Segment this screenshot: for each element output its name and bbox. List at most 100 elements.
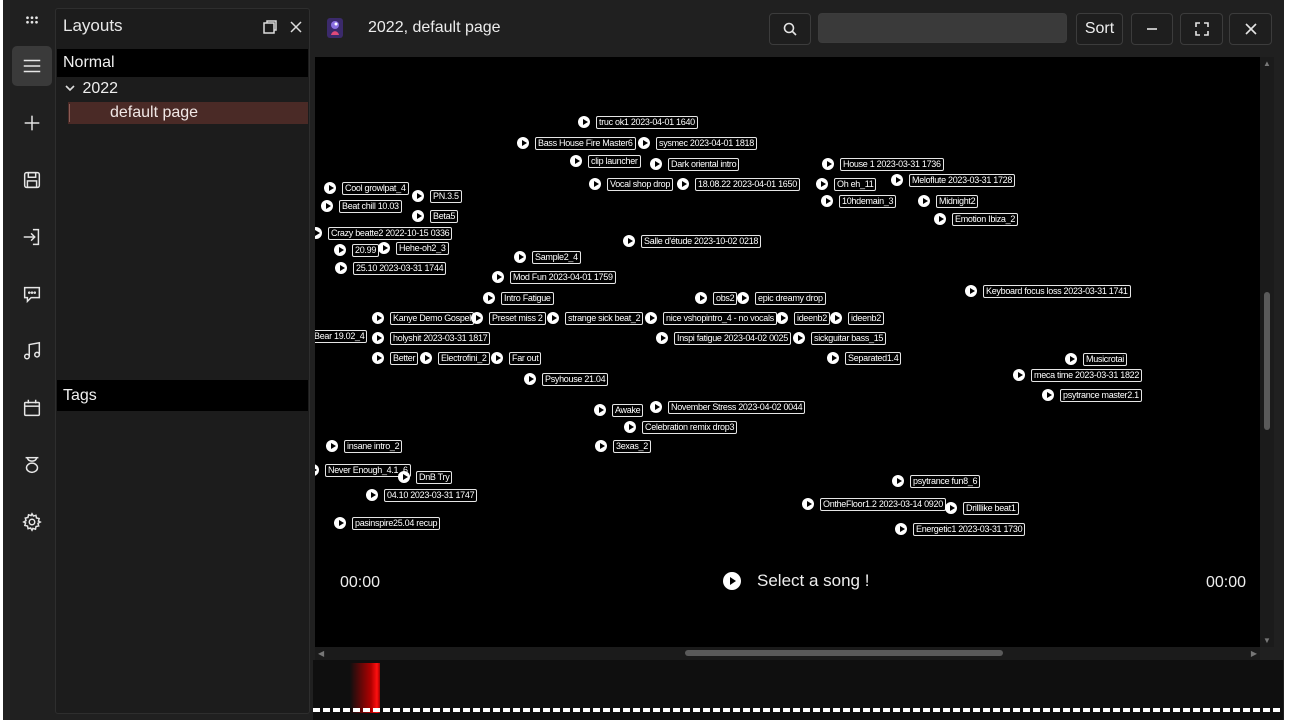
- song-play-icon[interactable]: [398, 471, 410, 483]
- song-label[interactable]: clip launcher: [588, 154, 641, 168]
- horizontal-scrollbar[interactable]: ◀ ▶: [315, 647, 1260, 660]
- song-label[interactable]: Drilllike beat1: [963, 501, 1019, 515]
- song-node[interactable]: Inspi fatigue 2023-04-02 0025: [656, 331, 791, 345]
- song-node[interactable]: OntheFloor1.2 2023-03-14 0920: [802, 497, 946, 511]
- song-play-icon[interactable]: [524, 373, 536, 385]
- song-label[interactable]: OntheFloor1.2 2023-03-14 0920: [820, 497, 946, 511]
- search-button[interactable]: [769, 13, 811, 45]
- song-label[interactable]: Awake: [612, 403, 644, 417]
- music-note-icon[interactable]: [12, 331, 52, 371]
- song-node[interactable]: Bear 19.02_4: [315, 329, 368, 343]
- menu-icon[interactable]: [12, 46, 52, 86]
- song-label[interactable]: Meloflute 2023-03-31 1728: [909, 173, 1016, 187]
- song-node[interactable]: Drilllike beat1: [945, 501, 1019, 515]
- song-play-icon[interactable]: [650, 158, 662, 170]
- song-label[interactable]: Musicrotai: [1083, 352, 1128, 366]
- song-play-icon[interactable]: [1042, 389, 1054, 401]
- song-node[interactable]: Musicrotai: [1065, 352, 1128, 366]
- song-label[interactable]: Far out: [509, 351, 542, 365]
- song-play-icon[interactable]: [321, 200, 333, 212]
- song-play-icon[interactable]: [1065, 353, 1077, 365]
- song-label[interactable]: PN.3.5: [430, 189, 462, 203]
- song-label[interactable]: Inspi fatigue 2023-04-02 0025: [674, 331, 791, 345]
- song-play-icon[interactable]: [412, 210, 424, 222]
- song-node[interactable]: Far out: [491, 351, 542, 365]
- song-play-icon[interactable]: [517, 137, 529, 149]
- song-play-icon[interactable]: [624, 421, 636, 433]
- song-play-icon[interactable]: [821, 195, 833, 207]
- song-node[interactable]: epic dreamy drop: [737, 291, 826, 305]
- song-node[interactable]: DnB Try: [398, 470, 453, 484]
- song-node[interactable]: obs2: [695, 291, 738, 305]
- folder-2022-item[interactable]: 2022: [64, 80, 118, 100]
- song-play-icon[interactable]: [335, 262, 347, 274]
- apps-grid-icon[interactable]: [12, 2, 52, 38]
- song-label[interactable]: strange sick beat_2: [565, 311, 644, 325]
- song-play-icon[interactable]: [315, 464, 319, 476]
- song-label[interactable]: meca time 2023-03-31 1822: [1031, 368, 1143, 382]
- song-label[interactable]: Celebration remix drop3: [642, 420, 738, 434]
- song-label[interactable]: holyshit 2023-03-31 1817: [390, 331, 491, 345]
- song-node[interactable]: Kanye Demo Gospel: [372, 311, 474, 325]
- song-play-icon[interactable]: [793, 332, 805, 344]
- song-play-icon[interactable]: [945, 502, 957, 514]
- song-play-icon[interactable]: [776, 312, 788, 324]
- song-play-icon[interactable]: [372, 352, 384, 364]
- song-play-icon[interactable]: [589, 178, 601, 190]
- song-play-icon[interactable]: [895, 523, 907, 535]
- song-node[interactable]: Energetic1 2023-03-31 1730: [895, 522, 1026, 536]
- song-label[interactable]: Keyboard focus loss 2023-03-31 1741: [983, 284, 1131, 298]
- scroll-left-arrow-icon[interactable]: ◀: [318, 649, 324, 658]
- song-play-icon[interactable]: [1013, 369, 1025, 381]
- song-label[interactable]: epic dreamy drop: [755, 291, 826, 305]
- chat-icon[interactable]: [12, 274, 52, 314]
- song-play-icon[interactable]: [918, 195, 930, 207]
- song-node[interactable]: pasinspire25.04 recup: [334, 516, 441, 530]
- song-label[interactable]: Mod Fun 2023-04-01 1759: [510, 270, 616, 284]
- song-node[interactable]: 25.10 2023-03-31 1744: [335, 261, 447, 275]
- layout-normal-item[interactable]: Normal: [57, 49, 308, 77]
- undock-panel-icon[interactable]: [260, 17, 280, 37]
- song-label[interactable]: ideenb2: [848, 311, 884, 325]
- import-icon[interactable]: [12, 217, 52, 257]
- song-play-icon[interactable]: [594, 404, 606, 416]
- song-node[interactable]: Crazy beatte2 2022-10-15 0336: [315, 226, 453, 240]
- song-node[interactable]: Celebration remix drop3: [624, 420, 738, 434]
- song-node[interactable]: Separated1.4: [827, 351, 902, 365]
- song-label[interactable]: psytrance fun8_6: [910, 474, 981, 488]
- song-label[interactable]: Midnight2: [936, 194, 979, 208]
- song-label[interactable]: Crazy beatte2 2022-10-15 0336: [328, 226, 453, 240]
- song-play-icon[interactable]: [334, 244, 346, 256]
- song-play-icon[interactable]: [595, 440, 607, 452]
- song-node[interactable]: Sample2_4: [514, 250, 581, 264]
- add-icon[interactable]: [12, 103, 52, 143]
- song-label[interactable]: Intro Fatigue: [501, 291, 554, 305]
- song-label[interactable]: Bass House Fire Master6: [535, 136, 636, 150]
- song-label[interactable]: sickguitar bass_15: [811, 331, 887, 345]
- scroll-right-arrow-icon[interactable]: ▶: [1251, 649, 1257, 658]
- song-node[interactable]: November Stress 2023-04-02 0044: [650, 400, 806, 414]
- song-node[interactable]: Midnight2: [918, 194, 979, 208]
- song-play-icon[interactable]: [420, 352, 432, 364]
- song-label[interactable]: 10hdemain_3: [839, 194, 897, 208]
- song-node[interactable]: Awake: [594, 403, 644, 417]
- song-label[interactable]: Cool growlpat_4: [342, 181, 409, 195]
- sort-button[interactable]: Sort: [1076, 13, 1123, 45]
- vertical-scroll-thumb[interactable]: [1264, 292, 1270, 430]
- song-play-icon[interactable]: [491, 352, 503, 364]
- song-label[interactable]: Sample2_4: [532, 250, 581, 264]
- song-label[interactable]: nice vshopintro_4 - no vocals: [663, 311, 777, 325]
- song-label[interactable]: Beta5: [430, 209, 459, 223]
- tags-section-header[interactable]: Tags: [57, 380, 308, 411]
- song-node[interactable]: Preset miss 2: [471, 311, 546, 325]
- song-play-icon[interactable]: [695, 292, 707, 304]
- song-node[interactable]: Hehe-oh2_3: [378, 241, 449, 255]
- default-page-item[interactable]: default page: [68, 102, 308, 124]
- song-play-icon[interactable]: [816, 178, 828, 190]
- song-node[interactable]: 10hdemain_3: [821, 194, 897, 208]
- song-label[interactable]: ideenb2: [794, 311, 830, 325]
- song-play-icon[interactable]: [638, 137, 650, 149]
- song-play-icon[interactable]: [677, 178, 689, 190]
- song-node[interactable]: strange sick beat_2: [547, 311, 644, 325]
- close-panel-icon[interactable]: [286, 17, 306, 37]
